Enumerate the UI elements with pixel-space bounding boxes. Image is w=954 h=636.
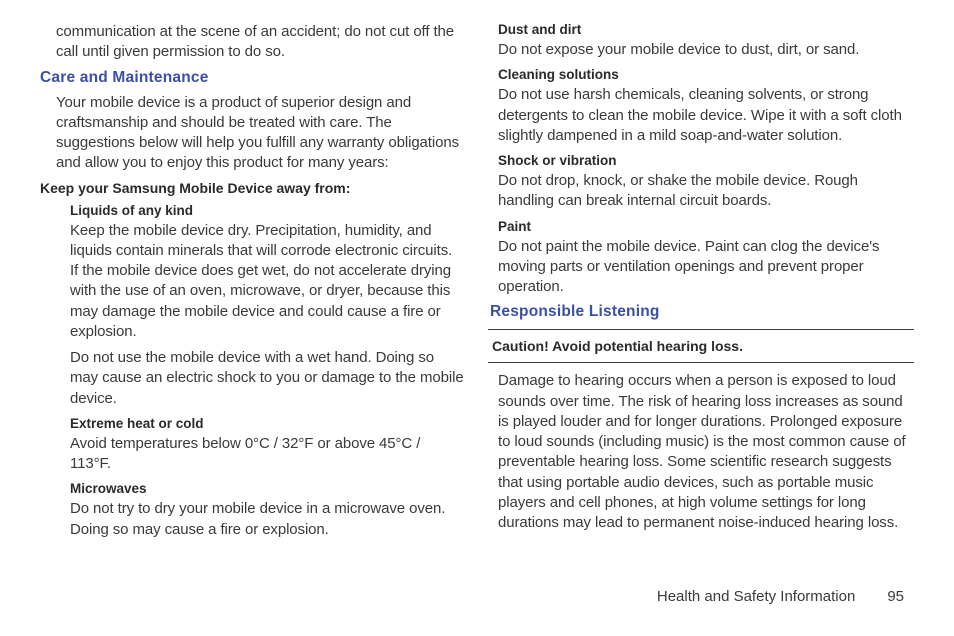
page-number: 95 <box>887 588 904 605</box>
dust-body: Do not expose your mobile device to dust… <box>498 40 914 60</box>
microwaves-heading: Microwaves <box>70 481 464 496</box>
shock-heading: Shock or vibration <box>498 153 914 168</box>
right-column: Dust and dirt Do not expose your mobile … <box>498 22 914 582</box>
microwaves-body: Do not try to dry your mobile device in … <box>70 499 464 540</box>
paint-heading: Paint <box>498 219 914 234</box>
liquids-para2: Do not use the mobile device with a wet … <box>70 348 464 409</box>
keep-away-heading: Keep your Samsung Mobile Device away fro… <box>40 180 464 196</box>
liquids-heading: Liquids of any kind <box>70 203 464 218</box>
footer-section: Health and Safety Information <box>657 588 855 605</box>
divider-top <box>488 329 914 330</box>
liquids-para1: Keep the mobile device dry. Precipitatio… <box>70 221 464 343</box>
shock-body: Do not drop, knock, or shake the mobile … <box>498 171 914 212</box>
cleaning-heading: Cleaning solutions <box>498 67 914 82</box>
dust-heading: Dust and dirt <box>498 22 914 37</box>
divider-bottom <box>488 362 914 363</box>
page-columns: communication at the scene of an acciden… <box>48 22 914 582</box>
left-column: communication at the scene of an acciden… <box>48 22 464 582</box>
caution-text: Caution! Avoid potential hearing loss. <box>492 338 914 354</box>
intro-continuation: communication at the scene of an acciden… <box>56 22 464 63</box>
heat-heading: Extreme heat or cold <box>70 416 464 431</box>
care-maintenance-heading: Care and Maintenance <box>40 69 464 87</box>
paint-body: Do not paint the mobile device. Paint ca… <box>498 237 914 298</box>
care-intro: Your mobile device is a product of super… <box>56 93 464 174</box>
cleaning-body: Do not use harsh chemicals, cleaning sol… <box>498 85 914 146</box>
listening-body: Damage to hearing occurs when a person i… <box>498 371 914 533</box>
page-footer: Health and Safety Information 95 <box>48 588 914 605</box>
heat-body: Avoid temperatures below 0°C / 32°F or a… <box>70 434 464 475</box>
responsible-listening-heading: Responsible Listening <box>490 303 914 321</box>
